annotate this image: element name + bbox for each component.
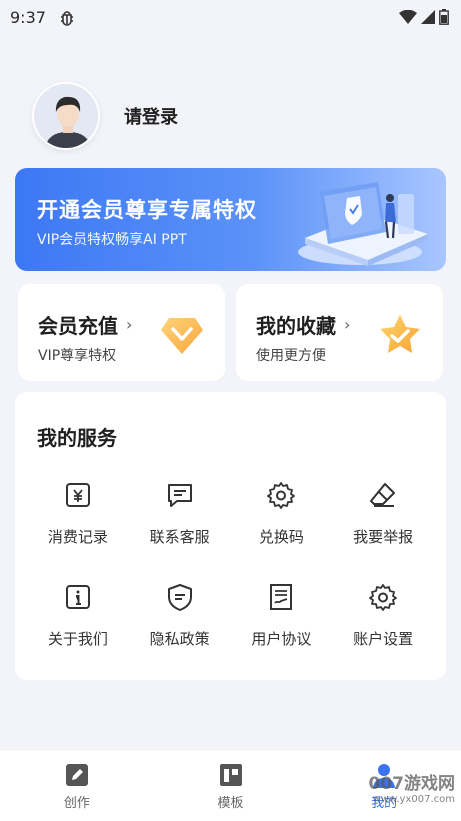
avatar[interactable] bbox=[32, 82, 100, 150]
status-time: 9:37 bbox=[10, 7, 46, 27]
service-user-agreement[interactable]: 用户协议 bbox=[231, 574, 333, 654]
chevron-right-icon: › bbox=[344, 315, 351, 334]
favorites-card-title-text: 我的收藏 bbox=[256, 314, 336, 338]
service-redeem-code[interactable]: 兑换码 bbox=[231, 472, 333, 552]
vip-banner-title: 开通会员尊享专属特权 bbox=[37, 198, 257, 222]
vip-shield-illustration-icon bbox=[298, 182, 428, 266]
vip-gem-icon bbox=[161, 318, 203, 354]
service-contact-support[interactable]: 联系客服 bbox=[129, 472, 231, 552]
service-label: 关于我们 bbox=[47, 630, 108, 648]
service-label: 我要举报 bbox=[353, 528, 414, 546]
favorites-card-title: 我的收藏 › bbox=[256, 310, 350, 339]
favorites-card-subtitle: 使用更方便 bbox=[256, 348, 326, 364]
service-label: 用户协议 bbox=[251, 630, 312, 648]
service-report[interactable]: 我要举报 bbox=[332, 472, 434, 552]
star-badge-icon bbox=[380, 315, 420, 353]
wifi-icon bbox=[399, 10, 417, 24]
yuan-receipt-icon bbox=[65, 483, 90, 507]
tab-create[interactable]: 创作 bbox=[0, 750, 154, 821]
chat-icon bbox=[167, 484, 192, 507]
status-bar: 9:37 bbox=[0, 0, 461, 34]
template-icon bbox=[219, 764, 242, 786]
info-icon bbox=[65, 585, 90, 609]
battery-icon bbox=[439, 9, 449, 25]
service-about-us[interactable]: 关于我们 bbox=[27, 574, 129, 654]
profile-section[interactable]: 请登录 bbox=[32, 82, 178, 150]
service-consumption-records[interactable]: 消费记录 bbox=[27, 472, 129, 552]
tab-label: 模板 bbox=[217, 796, 244, 811]
vip-banner[interactable]: 开通会员尊享专属特权 VIP会员特权畅享AI PPT bbox=[15, 168, 446, 271]
watermark-text: 007游戏网 bbox=[368, 774, 456, 794]
eraser-icon bbox=[370, 483, 396, 507]
tab-templates[interactable]: 模板 bbox=[154, 750, 308, 821]
vip-banner-subtitle: VIP会员特权畅享AI PPT bbox=[37, 232, 187, 248]
edit-icon bbox=[65, 764, 88, 786]
service-label: 账户设置 bbox=[353, 630, 414, 648]
service-label: 联系客服 bbox=[149, 528, 210, 546]
signal-icon bbox=[421, 10, 435, 24]
service-label: 消费记录 bbox=[47, 528, 108, 546]
document-icon bbox=[270, 584, 293, 610]
tab-label: 创作 bbox=[63, 796, 90, 811]
favorites-card[interactable]: 我的收藏 › 使用更方便 bbox=[236, 284, 443, 381]
services-title: 我的服务 bbox=[37, 426, 117, 450]
settings-icon bbox=[369, 584, 398, 611]
my-services-panel: 我的服务 消费记录 联系客服 兑换码 我要举报 关于我们 隐私政策 用户协议 账… bbox=[15, 392, 446, 680]
shield-icon bbox=[167, 584, 192, 611]
recharge-card-title: 会员充值 › bbox=[38, 310, 132, 339]
service-account-settings[interactable]: 账户设置 bbox=[332, 574, 434, 654]
watermark-url: www.yx007.com bbox=[372, 794, 455, 805]
recharge-card[interactable]: 会员充值 › VIP尊享特权 bbox=[18, 284, 225, 381]
chevron-right-icon: › bbox=[126, 315, 133, 334]
recharge-card-subtitle: VIP尊享特权 bbox=[38, 348, 117, 364]
service-label: 隐私政策 bbox=[149, 630, 210, 648]
person-avatar-icon bbox=[34, 84, 98, 148]
service-privacy-policy[interactable]: 隐私政策 bbox=[129, 574, 231, 654]
recharge-card-title-text: 会员充值 bbox=[38, 314, 118, 338]
watermark-logo: 007游戏网 www.yx007.com bbox=[369, 769, 456, 805]
bug-icon bbox=[60, 11, 73, 26]
login-prompt[interactable]: 请登录 bbox=[124, 103, 178, 129]
gear-icon bbox=[267, 482, 296, 509]
service-label: 兑换码 bbox=[258, 528, 304, 546]
